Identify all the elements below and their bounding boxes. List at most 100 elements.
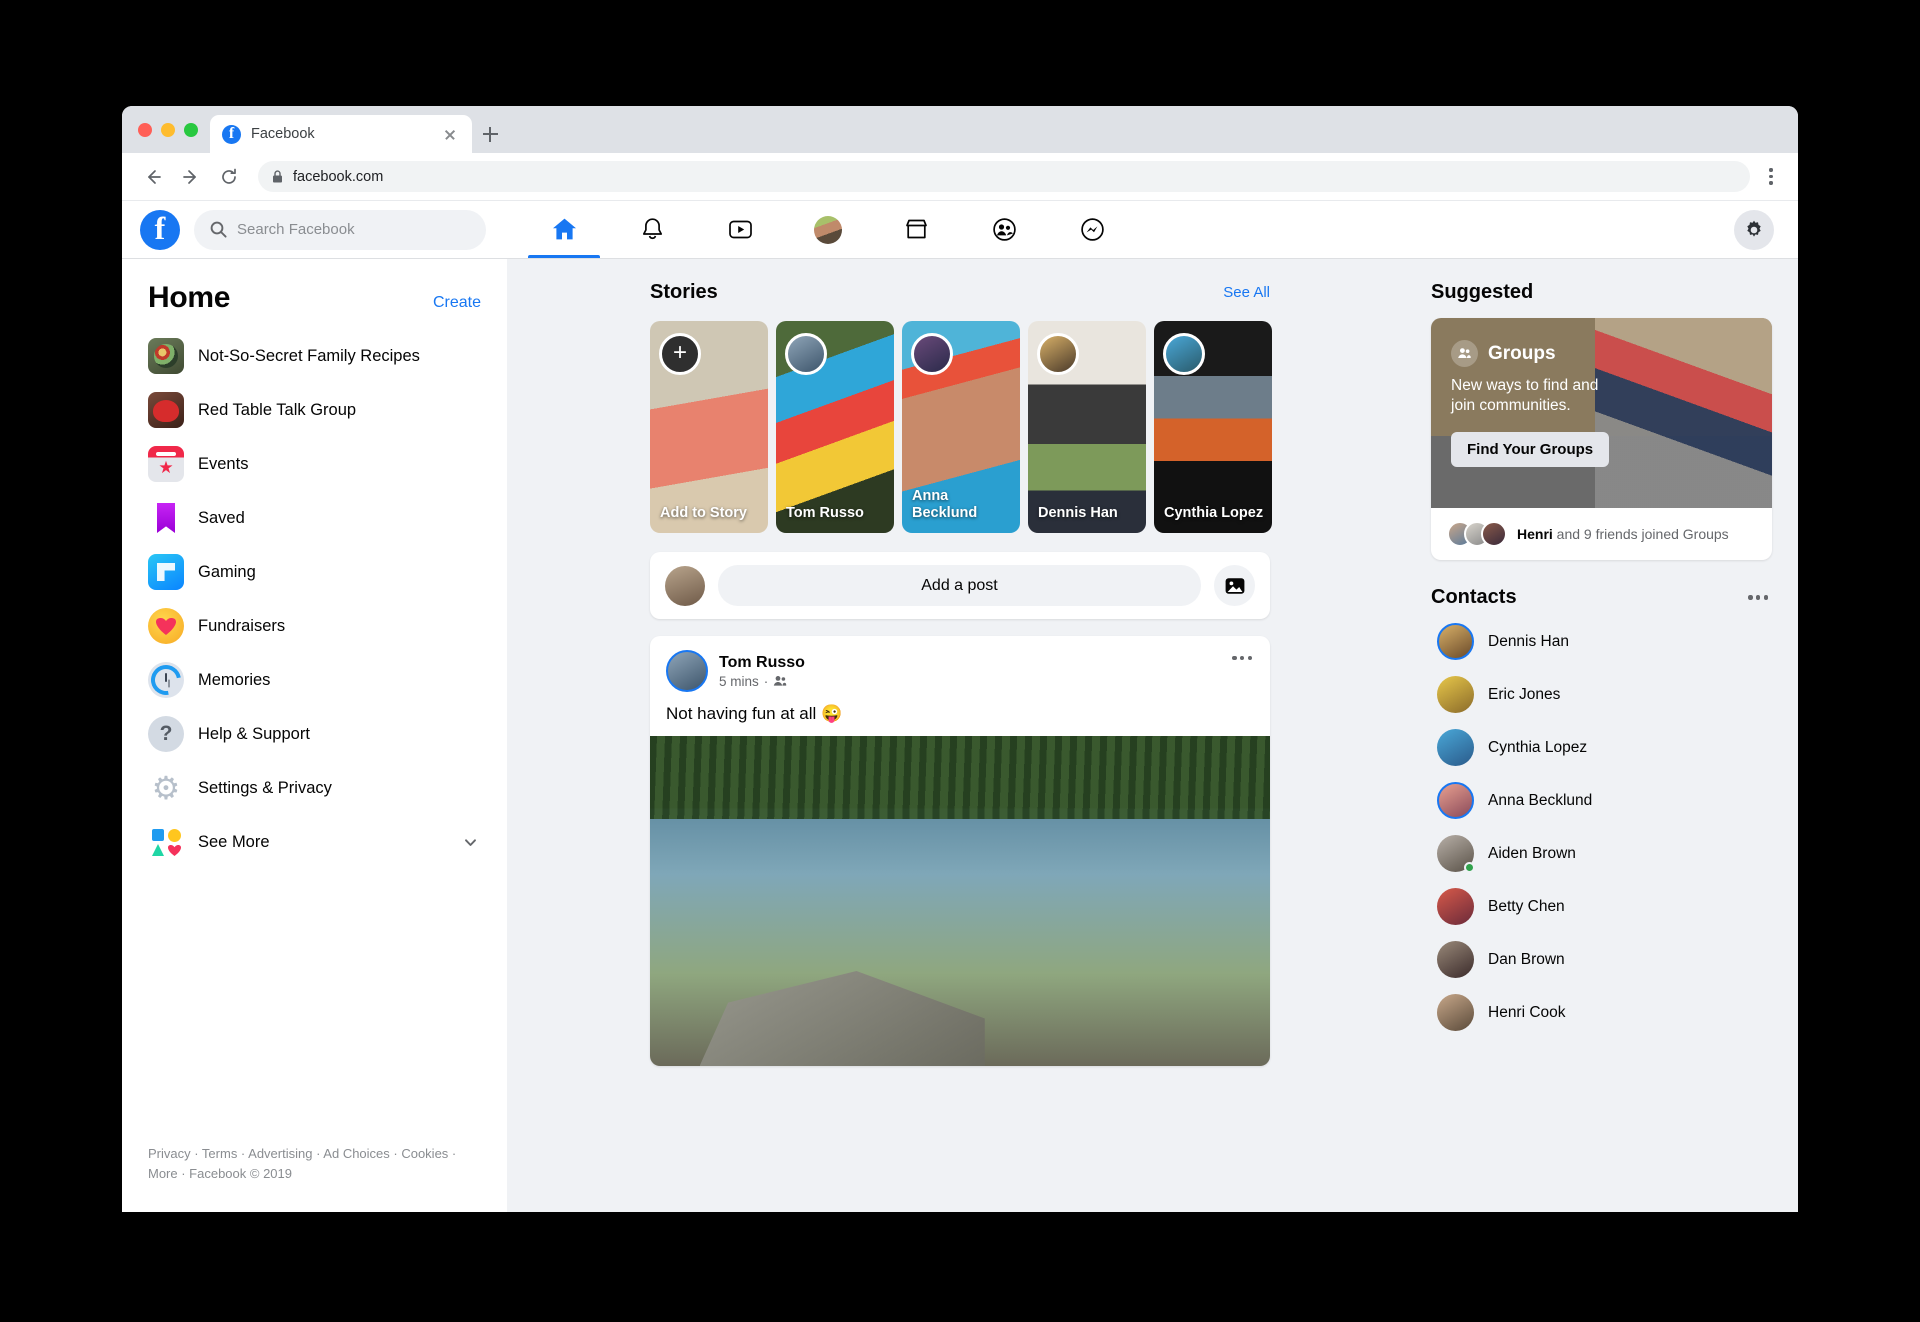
story-card-add[interactable]: + Add to Story — [650, 321, 768, 533]
contact-row[interactable]: Dan Brown — [1431, 933, 1772, 986]
close-window-button[interactable] — [138, 122, 152, 137]
nav-profile[interactable] — [784, 201, 872, 258]
memories-clock-icon — [148, 662, 184, 698]
contact-row[interactable]: Dennis Han — [1431, 615, 1772, 668]
create-link[interactable]: Create — [433, 294, 481, 312]
cynthia-lopez-avatar — [1163, 333, 1205, 375]
contact-row[interactable]: Anna Becklund — [1431, 774, 1772, 827]
contact-row[interactable]: Henri Cook — [1431, 986, 1772, 1039]
video-play-icon — [727, 216, 754, 243]
sidebar-item-red-table-talk[interactable]: Red Table Talk Group — [132, 383, 497, 437]
help-question-icon — [148, 716, 184, 752]
sidebar-item-saved[interactable]: Saved — [132, 491, 497, 545]
story-card[interactable]: Cynthia Lopez — [1154, 321, 1272, 533]
contacts-menu-icon[interactable] — [1748, 595, 1768, 600]
sidebar-item-memories[interactable]: Memories — [132, 653, 497, 707]
nav-watch[interactable] — [696, 201, 784, 258]
browser-tab[interactable]: f Facebook — [210, 115, 472, 153]
nav-messenger[interactable] — [1048, 201, 1136, 258]
sidebar-item-label: See More — [198, 832, 270, 851]
new-tab-button[interactable] — [472, 115, 508, 153]
contact-name: Henri Cook — [1488, 1003, 1566, 1021]
recipes-group-photo-icon — [148, 338, 184, 374]
contact-row[interactable]: Cynthia Lopez — [1431, 721, 1772, 774]
friends-audience-icon[interactable] — [773, 674, 787, 688]
photo-image-icon[interactable] — [1214, 565, 1255, 606]
close-tab-icon[interactable] — [440, 124, 460, 144]
add-post-input[interactable]: Add a post — [718, 565, 1201, 606]
sidebar-nav-list: Not-So-Secret Family Recipes Red Table T… — [122, 319, 507, 869]
groups-footer-suffix: and 9 friends joined Groups — [1552, 526, 1729, 542]
anna-becklund-avatar — [1437, 782, 1474, 819]
back-arrow-icon[interactable] — [136, 160, 170, 194]
post-text: Not having fun at all 😜 — [666, 704, 843, 723]
post-image[interactable] — [650, 736, 1270, 1066]
sidebar-item-recipes[interactable]: Not-So-Secret Family Recipes — [132, 329, 497, 383]
sidebar-item-gaming[interactable]: Gaming — [132, 545, 497, 599]
post-menu-icon[interactable] — [1232, 656, 1252, 661]
groups-icon — [1451, 340, 1478, 367]
facebook-logo-icon[interactable]: f — [140, 209, 180, 250]
left-sidebar: Home Create Not-So-Secret Family Recipes… — [122, 259, 507, 1212]
groups-card-footer[interactable]: Henri and 9 friends joined Groups — [1431, 508, 1772, 560]
post-author-name[interactable]: Tom Russo — [719, 654, 805, 672]
url-text: facebook.com — [293, 168, 384, 185]
sidebar-item-see-more[interactable]: See More — [132, 815, 497, 869]
post-meta-separator: · — [763, 673, 769, 689]
contacts-header: Contacts — [1431, 586, 1772, 609]
see-more-shapes-icon — [148, 824, 184, 860]
story-card[interactable]: Anna Becklund — [902, 321, 1020, 533]
suggested-groups-card: Groups New ways to find and join communi… — [1431, 318, 1772, 560]
contact-name: Anna Becklund — [1488, 791, 1593, 809]
tom-russo-avatar — [785, 333, 827, 375]
add-story-plus-icon[interactable]: + — [659, 333, 701, 375]
nav-home[interactable] — [520, 201, 608, 258]
find-your-groups-button[interactable]: Find Your Groups — [1451, 432, 1610, 468]
betty-chen-avatar — [1437, 888, 1474, 925]
browser-menu-icon[interactable] — [1758, 168, 1784, 185]
home-icon — [551, 216, 578, 243]
contacts-title: Contacts — [1431, 586, 1517, 608]
search-placeholder: Search Facebook — [237, 221, 355, 238]
url-input[interactable]: facebook.com — [258, 161, 1750, 192]
bell-icon — [639, 216, 666, 243]
contact-row[interactable]: Betty Chen — [1431, 880, 1772, 933]
nav-notifications[interactable] — [608, 201, 696, 258]
stories-see-all-link[interactable]: See All — [1223, 284, 1270, 301]
sidebar-footer-links[interactable]: Privacy · Terms · Advertising · Ad Choic… — [122, 1144, 507, 1212]
story-card[interactable]: Tom Russo — [776, 321, 894, 533]
settings-button[interactable] — [1734, 209, 1774, 250]
tom-russo-avatar[interactable] — [666, 650, 708, 692]
contact-name: Dan Brown — [1488, 950, 1565, 968]
maximize-window-button[interactable] — [184, 122, 198, 137]
main-feed: Stories See All + Add to Story Tom Russo… — [507, 259, 1413, 1212]
current-user-avatar[interactable] — [665, 565, 705, 606]
sidebar-item-help[interactable]: Help & Support — [132, 707, 497, 761]
story-card[interactable]: Dennis Han — [1028, 321, 1146, 533]
sidebar-item-events[interactable]: Events — [132, 437, 497, 491]
right-sidebar: Suggested Groups New ways to find and jo… — [1413, 259, 1798, 1212]
reload-icon[interactable] — [212, 160, 246, 194]
friends-avatar-stack — [1447, 521, 1507, 547]
contact-name: Cynthia Lopez — [1488, 738, 1588, 756]
contact-name: Eric Jones — [1488, 685, 1561, 703]
contact-row[interactable]: Aiden Brown — [1431, 827, 1772, 880]
groups-footer-text: Henri and 9 friends joined Groups — [1517, 526, 1729, 542]
forward-arrow-icon[interactable] — [174, 160, 208, 194]
chevron-down-icon[interactable] — [462, 834, 479, 851]
nav-groups[interactable] — [960, 201, 1048, 258]
page-content: Home Create Not-So-Secret Family Recipes… — [122, 259, 1798, 1212]
search-input[interactable]: Search Facebook — [194, 209, 486, 250]
minimize-window-button[interactable] — [161, 122, 175, 137]
contact-row[interactable]: Eric Jones — [1431, 668, 1772, 721]
henri-cook-avatar — [1437, 994, 1474, 1031]
sidebar-item-settings[interactable]: Settings & Privacy — [132, 761, 497, 815]
sidebar-item-fundraisers[interactable]: Fundraisers — [132, 599, 497, 653]
nav-marketplace[interactable] — [872, 201, 960, 258]
groups-banner[interactable]: Groups New ways to find and join communi… — [1431, 318, 1772, 508]
groups-title: Groups — [1488, 342, 1556, 364]
header-nav — [520, 201, 1136, 258]
facebook-header: f Search Facebook — [122, 201, 1798, 259]
sidebar-item-label: Events — [198, 454, 249, 473]
events-calendar-icon — [148, 446, 184, 482]
